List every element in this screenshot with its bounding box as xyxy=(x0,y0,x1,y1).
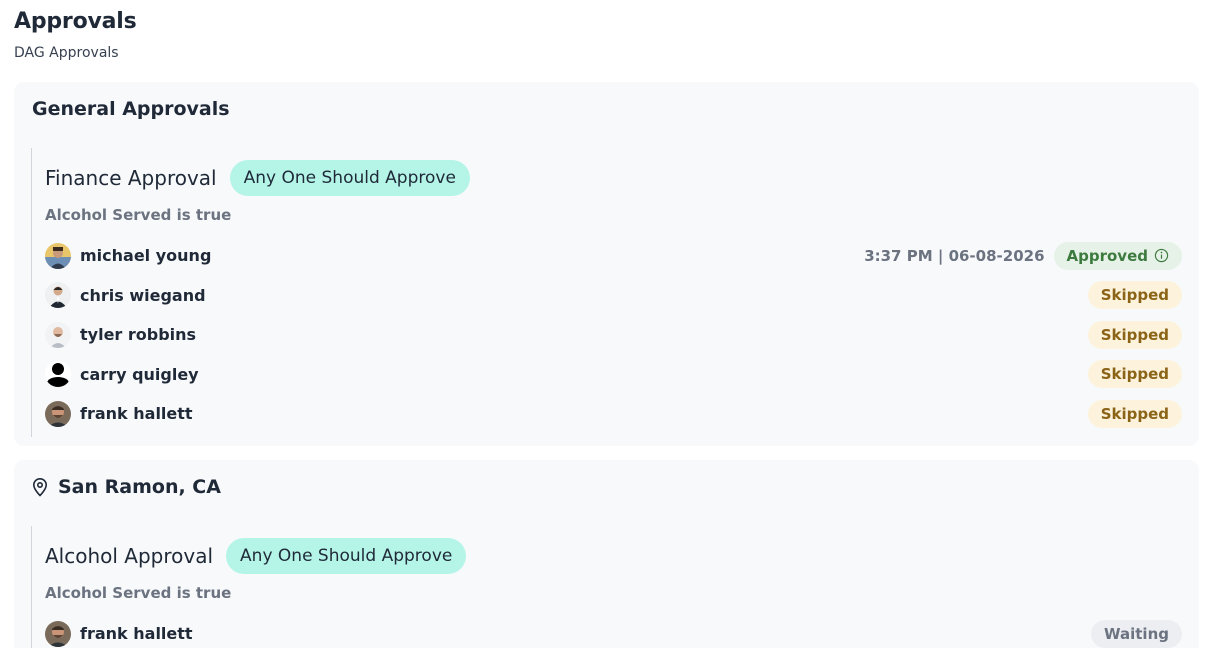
status-label: Skipped xyxy=(1100,286,1169,305)
approver-status-area: Waiting xyxy=(1090,619,1182,648)
approver-row: chris wiegand Skipped xyxy=(45,276,1182,316)
approval-group-title: Alcohol Approval xyxy=(45,544,214,568)
approval-rule-pill: Any One Should Approve xyxy=(229,160,470,196)
status-label: Skipped xyxy=(1100,404,1169,423)
approver-name: chris wiegand xyxy=(80,285,206,305)
section-location-san-ramon: San Ramon, CA Alcohol Approval Any One S… xyxy=(14,460,1199,648)
approval-condition: Alcohol Served is true xyxy=(45,584,232,602)
status-badge-skipped: Skipped xyxy=(1087,360,1182,389)
approver-list: frank hallett Waiting xyxy=(45,614,1182,648)
status-label: Approved xyxy=(1066,246,1148,265)
section-header: San Ramon, CA xyxy=(30,476,221,498)
location-pin-icon xyxy=(30,477,50,497)
approver-status-area: 3:37 PM | 06-08-2026 Approved xyxy=(864,241,1182,270)
avatar xyxy=(45,400,71,427)
approval-timestamp: 3:37 PM | 06-08-2026 xyxy=(864,246,1045,265)
section-title: General Approvals xyxy=(32,98,230,120)
approver-row: frank hallett Skipped xyxy=(45,394,1182,434)
approval-group-finance: Finance Approval Any One Should Approve … xyxy=(31,148,1182,437)
status-badge-waiting: Waiting xyxy=(1090,619,1182,648)
status-label: Skipped xyxy=(1100,365,1169,384)
approval-group-alcohol: Alcohol Approval Any One Should Approve … xyxy=(31,526,1182,648)
page-title: Approvals xyxy=(14,9,137,34)
approval-condition: Alcohol Served is true xyxy=(45,206,232,224)
status-badge-skipped: Skipped xyxy=(1087,320,1182,349)
avatar xyxy=(45,282,71,309)
avatar xyxy=(45,361,71,388)
approver-status-area: Skipped xyxy=(1087,360,1182,389)
approver-status-area: Skipped xyxy=(1087,320,1182,349)
section-general-approvals: General Approvals Finance Approval Any O… xyxy=(14,82,1199,446)
approver-list: michael young 3:37 PM | 06-08-2026 Appro… xyxy=(45,236,1182,434)
approver-status-area: Skipped xyxy=(1087,399,1182,428)
approver-row: tyler robbins Skipped xyxy=(45,315,1182,355)
status-badge-skipped: Skipped xyxy=(1087,399,1182,428)
approver-row: michael young 3:37 PM | 06-08-2026 Appro… xyxy=(45,236,1182,276)
avatar xyxy=(45,321,71,348)
status-label: Waiting xyxy=(1103,624,1169,643)
approval-group-title: Finance Approval xyxy=(45,166,217,190)
status-badge-approved[interactable]: Approved xyxy=(1053,241,1182,270)
approver-status-area: Skipped xyxy=(1087,281,1182,310)
page-subtitle: DAG Approvals xyxy=(14,45,119,61)
info-icon[interactable] xyxy=(1154,248,1169,263)
approval-group-header: Alcohol Approval Any One Should Approve xyxy=(45,538,467,574)
section-header: General Approvals xyxy=(32,98,230,120)
status-label: Skipped xyxy=(1100,325,1169,344)
approver-name: carry quigley xyxy=(80,364,199,384)
avatar xyxy=(45,620,71,647)
approver-row: frank hallett Waiting xyxy=(45,614,1182,648)
approval-group-header: Finance Approval Any One Should Approve xyxy=(45,160,470,196)
approval-rule-pill: Any One Should Approve xyxy=(226,538,467,574)
status-badge-skipped: Skipped xyxy=(1087,281,1182,310)
approver-name: frank hallett xyxy=(80,404,193,424)
approver-name: frank hallett xyxy=(80,624,193,644)
approver-name: michael young xyxy=(80,246,212,266)
approvals-page: Approvals DAG Approvals General Approval… xyxy=(0,0,1219,648)
avatar xyxy=(45,242,71,269)
approver-row: carry quigley Skipped xyxy=(45,355,1182,395)
approver-name: tyler robbins xyxy=(80,325,197,345)
section-title: San Ramon, CA xyxy=(58,476,221,498)
